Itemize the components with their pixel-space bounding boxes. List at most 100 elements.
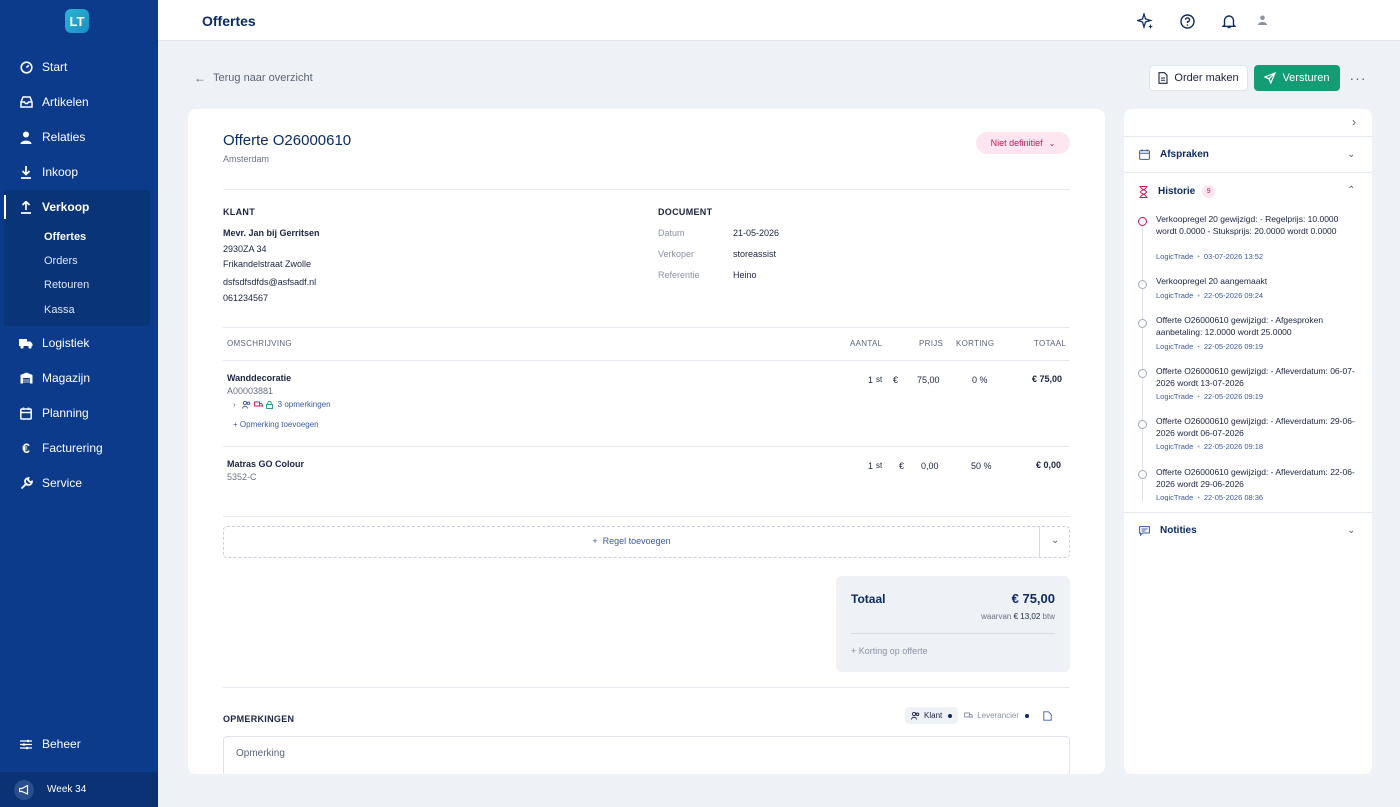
history-user: LogicTrade (1156, 252, 1194, 261)
row-price[interactable]: 75,00 (917, 375, 940, 385)
chevron-up-icon[interactable]: ⌃ (1347, 185, 1355, 196)
sidebar-item-verkoop[interactable]: Verkoop (0, 190, 158, 224)
chevron-down-icon[interactable]: ⌄ (1347, 149, 1355, 160)
chevron-down-icon[interactable]: ⌄ (1051, 535, 1059, 546)
history-user: LogicTrade (1156, 291, 1194, 300)
history-count-badge: 9 (1202, 185, 1216, 198)
section-notities[interactable]: Notities (1139, 525, 1197, 536)
tab-klant[interactable]: Klant (905, 707, 959, 724)
history-date: 22-05-2026 09:19 (1203, 392, 1264, 401)
history-item-meta: LogicTrade • 22-05-2026 09:24 (1156, 291, 1264, 300)
sidebar-item-beheer[interactable]: Beheer (0, 727, 158, 761)
divider (223, 189, 1070, 190)
back-link-label: Terug naar overzicht (213, 72, 313, 84)
history-item-meta: LogicTrade • 22-05-2026 09:18 (1156, 442, 1264, 451)
section-historie[interactable]: Historie 9 (1139, 185, 1216, 198)
col-header-price: PRIJS (919, 339, 944, 348)
bell-icon[interactable] (1220, 12, 1238, 30)
sidebar-item-relaties[interactable]: Relaties (0, 120, 158, 154)
sidebar-item-label: Service (42, 476, 83, 490)
more-options-icon[interactable]: ··· (1350, 70, 1366, 86)
add-discount-button[interactable]: + Korting op offerte (851, 646, 928, 656)
user-menu[interactable] (1258, 12, 1388, 30)
col-header-quantity: AANTAL (850, 339, 883, 348)
sidebar-item-label: Relaties (42, 130, 86, 144)
add-remark-button[interactable]: + Opmerking toevoegen (233, 420, 319, 429)
row-unit: st (876, 461, 883, 470)
add-rule-button[interactable]: + Regel toevoegen (224, 536, 1039, 546)
row-code: 5352-C (227, 472, 257, 482)
sidebar-item-artikelen[interactable]: Artikelen (0, 85, 158, 119)
add-rule-label: Regel toevoegen (602, 536, 671, 546)
history-user: LogicTrade (1156, 342, 1194, 351)
row-title[interactable]: Matras GO Colour (227, 459, 304, 469)
row-discount[interactable]: 50 % (971, 461, 992, 471)
row-code: A00003881 (227, 386, 274, 396)
history-item-text: Offerte O26000610 gewijzigd: - Afgesprok… (1156, 315, 1324, 337)
right-panel: › Afspraken ⌄ Historie 9 ⌃ Verkoopregel … (1124, 109, 1372, 774)
chevron-right-icon[interactable]: › (1352, 115, 1356, 129)
row-discount[interactable]: 0 % (972, 375, 988, 385)
app-logo[interactable]: LT (65, 9, 89, 33)
dashboard-icon (19, 60, 33, 74)
document-icon (1158, 72, 1168, 84)
status-dropdown[interactable]: Niet definitief ⌄ (976, 132, 1070, 154)
customer-label: KLANT (223, 207, 255, 217)
order-maken-button[interactable]: Order maken (1149, 65, 1248, 91)
sidebar-item-planning[interactable]: Planning (0, 396, 158, 430)
timeline-dot (1138, 470, 1147, 479)
section-afspraken[interactable]: Afspraken (1139, 149, 1209, 160)
sidebar: LT Start Artikelen Relaties Inkoop Verko… (0, 0, 158, 807)
customer-postal: 2930ZA 34 (223, 244, 267, 254)
sidebar-item-magazijn[interactable]: Magazijn (0, 361, 158, 395)
history-item-meta: LogicTrade • 22-05-2026 09:19 (1156, 342, 1264, 351)
panel-header: › (1124, 109, 1372, 137)
sliders-icon (19, 737, 33, 751)
row-remarks[interactable]: › 3 opmerkingen (233, 400, 331, 409)
sidebar-item-logistiek[interactable]: Logistiek (0, 326, 158, 360)
timeline-dot (1138, 369, 1147, 378)
truck-icon (964, 712, 974, 719)
tab-leverancier[interactable]: Leverancier (958, 707, 1035, 724)
users-icon (241, 400, 251, 409)
sidebar-subitem-orders[interactable]: Orders (44, 255, 78, 267)
history-item-meta: LogicTrade • 22-05-2026 09:19 (1156, 392, 1264, 401)
week-label: Week 34 (47, 784, 87, 795)
divider (223, 516, 1070, 517)
divider (223, 327, 1070, 328)
versturen-label: Versturen (1282, 72, 1330, 84)
row-quantity[interactable]: 1 (868, 375, 873, 385)
upload-icon (19, 200, 33, 214)
remark-input[interactable]: Opmerking (223, 736, 1070, 774)
help-icon[interactable] (1178, 12, 1196, 30)
row-price[interactable]: 0,00 (921, 461, 939, 471)
avatar-icon (1258, 14, 1267, 28)
tab-klant-label: Klant (924, 711, 943, 720)
sidebar-subitem-retouren[interactable]: Retouren (44, 279, 89, 291)
divider (1039, 527, 1040, 557)
sidebar-item-start[interactable]: Start (0, 50, 158, 84)
status-dot (1025, 713, 1030, 718)
divider (223, 446, 1070, 447)
back-link[interactable]: ← Terug naar overzicht (194, 71, 313, 85)
customer-name[interactable]: Mevr. Jan bij Gerritsen (223, 228, 320, 238)
download-icon (19, 165, 33, 179)
row-total: € 0,00 (1036, 460, 1062, 470)
row-quantity[interactable]: 1 (868, 461, 873, 471)
versturen-button[interactable]: Versturen (1254, 65, 1340, 91)
remarks-label: OPMERKINGEN (223, 714, 295, 724)
sidebar-item-facturering[interactable]: € Facturering (0, 431, 158, 465)
sidebar-item-label: Facturering (42, 441, 103, 455)
megaphone-icon[interactable] (14, 779, 34, 800)
inbox-icon (19, 95, 33, 109)
sparkle-icon[interactable] (1136, 12, 1154, 30)
sidebar-subitem-kassa[interactable]: Kassa (44, 304, 75, 316)
sidebar-item-service[interactable]: Service (0, 466, 158, 500)
sidebar-subitem-offertes[interactable]: Offertes (44, 231, 86, 243)
historie-label: Historie (1158, 186, 1196, 197)
sidebar-item-inkoop[interactable]: Inkoop (0, 155, 158, 189)
row-title[interactable]: Wanddecoratie (227, 373, 291, 383)
sidebar-footer: Week 34 (0, 772, 158, 807)
chevron-down-icon[interactable]: ⌄ (1347, 525, 1355, 536)
file-icon[interactable] (1043, 710, 1052, 721)
